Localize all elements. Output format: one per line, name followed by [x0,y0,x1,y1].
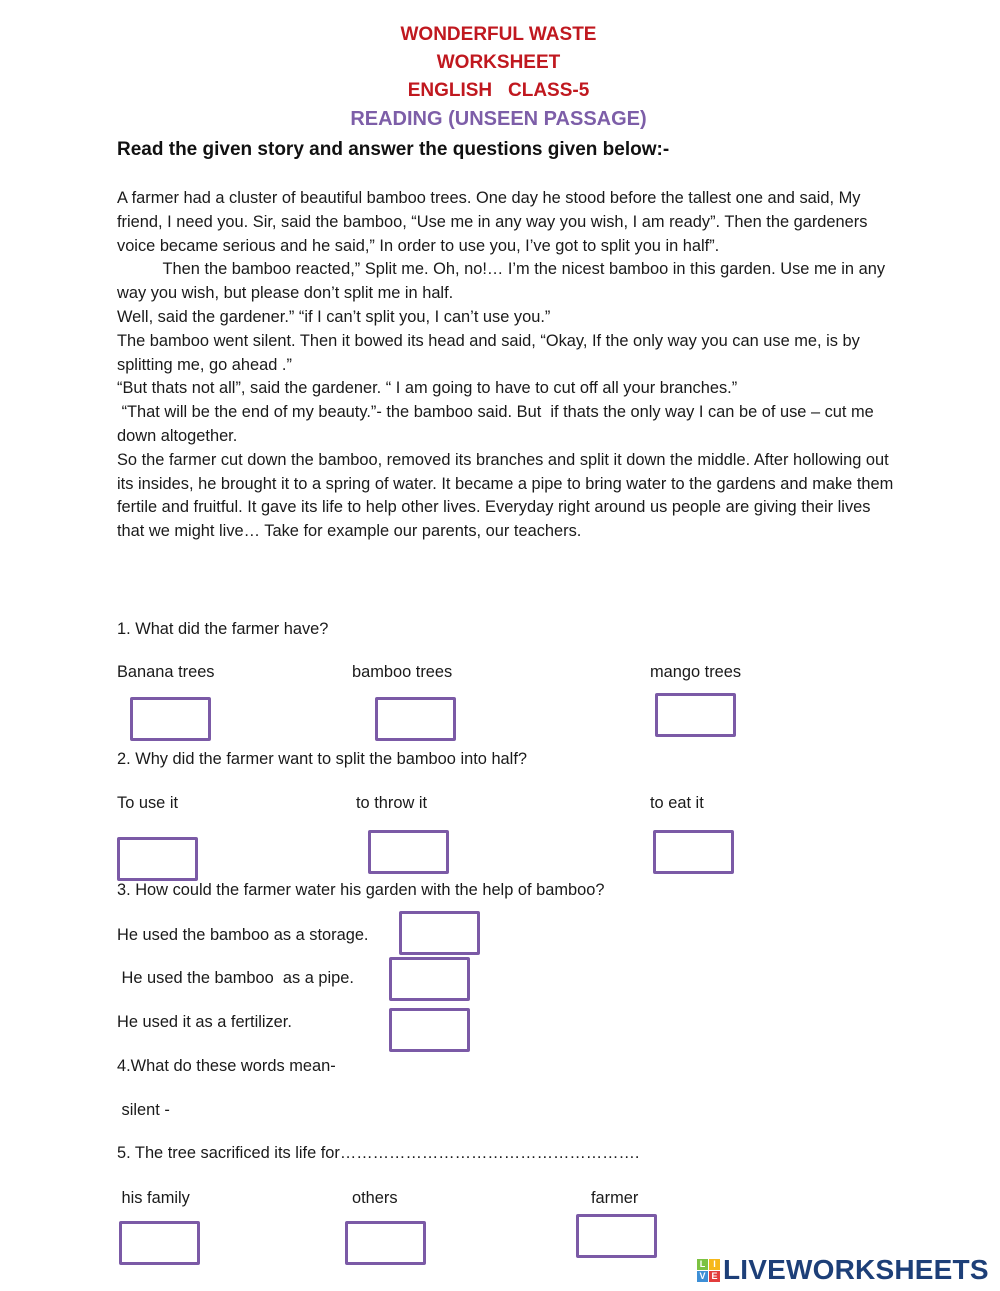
passage-paragraph: Then the bamboo reacted,” Split me. Oh, … [117,260,890,303]
logo-block: I [709,1258,720,1270]
answer-box-q5-his-family[interactable] [119,1221,200,1265]
option-label: to eat it [650,794,704,812]
section-heading: READING (UNSEEN PASSAGE) [350,108,647,130]
option-label: Banana trees [117,663,215,681]
logo-wordmark: LIVEWORKSHEETS [723,1254,989,1285]
instructions: Read the given story and answer the ques… [117,139,670,160]
question-2: 2. Why did the farmer want to split the … [117,750,527,768]
question-3: 3. How could the farmer water his garden… [117,881,605,899]
worksheet-subtitle-worksheet: WORKSHEET [436,52,561,73]
worksheet-title: WONDERFUL WASTE [400,24,597,45]
option-label: farmer [591,1189,639,1207]
question-4: 4.What do these words mean- [117,1057,336,1075]
logo-block: L [697,1258,708,1270]
option-label: He used it as a fertilizer. [117,1013,292,1031]
option-label: He used the bamboo as a storage. [117,926,369,944]
question-5: 5. The tree sacrificed its life for……………… [117,1144,640,1162]
live-blocks-icon: L I V E [697,1258,720,1282]
answer-box-q1-banana-trees[interactable] [130,697,211,741]
answer-box-q2-to-throw-it[interactable] [368,830,449,874]
answer-box-q2-to-use-it[interactable] [117,837,198,881]
passage-paragraph: The bamboo went silent. Then it bowed it… [117,331,865,374]
passage-paragraph: “But thats not all”, said the gardener. … [117,379,738,398]
option-label: his family [117,1189,190,1207]
answer-box-q5-farmer[interactable] [576,1214,657,1258]
logo-block: E [709,1270,720,1282]
option-label: to throw it [356,794,428,812]
passage-paragraph: A farmer had a cluster of beautiful bamb… [117,189,872,255]
option-label: He used the bamboo as a pipe. [117,969,354,987]
option-label: mango trees [650,663,742,681]
answer-box-q1-mango-trees[interactable] [655,693,736,737]
answer-box-q1-bamboo-trees[interactable] [375,697,456,741]
class-label: ENGLISH CLASS-5 [407,80,590,101]
answer-box-q5-others[interactable] [345,1221,426,1265]
option-label: bamboo trees [352,663,453,681]
passage-paragraph: “That will be the end of my beauty.”- th… [117,403,879,445]
logo-block: V [697,1270,708,1282]
answer-box-q3-fertilizer[interactable] [389,1008,470,1052]
passage-paragraph: So the farmer cut down the bamboo, remov… [117,450,898,541]
liveworksheets-logo: L I V E LIVEWORKSHEETS [697,1254,989,1286]
option-label: others [352,1189,398,1207]
question-1: 1. What did the farmer have? [117,620,329,638]
vocab-word-silent: silent - [117,1101,170,1119]
passage-paragraph: Well, said the gardener.” “if I can’t sp… [117,307,551,326]
reading-passage: A farmer had a cluster of beautiful bamb… [117,187,897,544]
answer-box-q3-storage[interactable] [399,911,480,955]
option-label: To use it [117,794,179,812]
answer-box-q3-pipe[interactable] [389,957,470,1001]
answer-box-q2-to-eat-it[interactable] [653,830,734,874]
